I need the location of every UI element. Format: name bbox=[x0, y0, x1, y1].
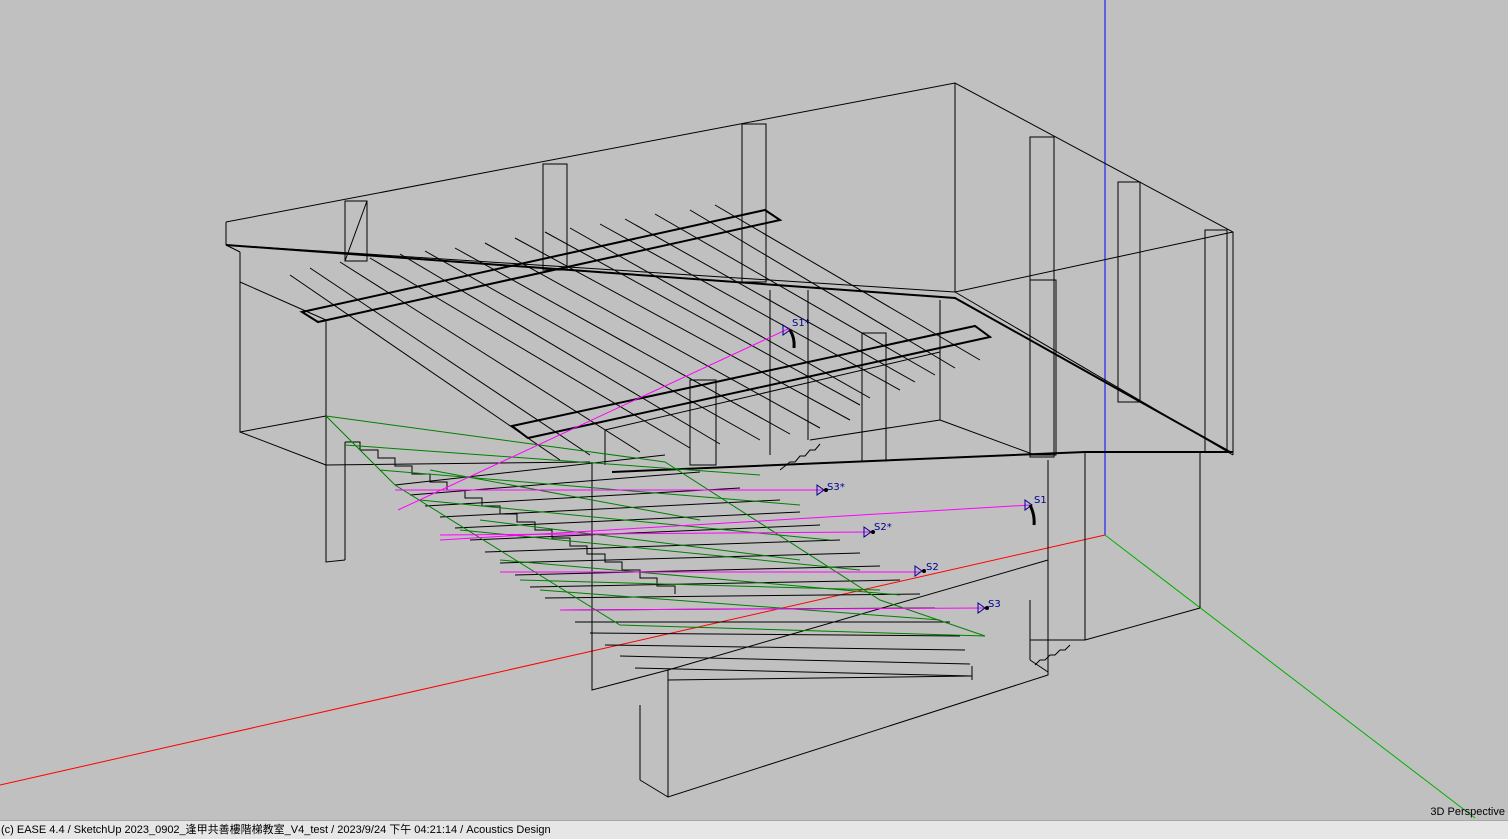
loudspeaker-s1[interactable]: S1 bbox=[1024, 495, 1047, 526]
loudspeaker-s3[interactable]: S3 bbox=[977, 599, 1001, 614]
source-label: S1 bbox=[1034, 495, 1047, 506]
y-axis bbox=[1104, 534, 1476, 819]
view-mode-label: 3D Perspective bbox=[1430, 806, 1505, 818]
wireframe-model: S1 S1* S2 S2* S3 S3* bbox=[0, 0, 1476, 819]
loudspeaker-s3-star[interactable]: S3* bbox=[816, 482, 845, 496]
source-label: S1* bbox=[792, 318, 810, 329]
room-wireframe bbox=[225, 82, 1234, 798]
seating-tiers bbox=[344, 441, 1071, 681]
status-bar: (c) EASE 4.4 / SketchUp 2023_0902_逢甲共善樓階… bbox=[0, 820, 1508, 839]
3d-viewport[interactable]: S1 S1* S2 S2* S3 S3* 3D Perspective bbox=[0, 0, 1508, 820]
source-label: S2* bbox=[874, 522, 892, 533]
source-label: S3* bbox=[827, 482, 845, 493]
loudspeaker-s2-star[interactable]: S2* bbox=[863, 522, 892, 538]
source-label: S2 bbox=[926, 562, 939, 573]
status-text: (c) EASE 4.4 / SketchUp 2023_0902_逢甲共善樓階… bbox=[1, 824, 551, 836]
source-label: S3 bbox=[988, 599, 1001, 610]
